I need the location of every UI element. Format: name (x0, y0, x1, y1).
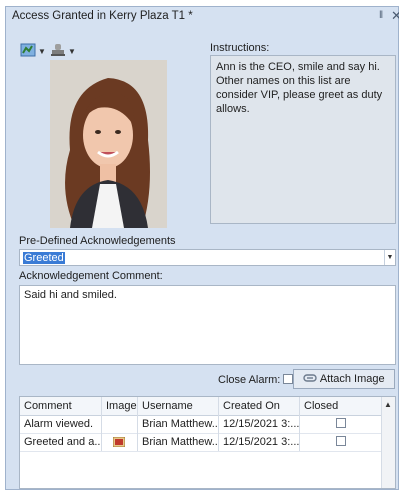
row-comment: Greeted and a... (20, 433, 102, 451)
stamp-icon[interactable] (50, 43, 66, 57)
comment-field[interactable]: Said hi and smiled. (19, 285, 396, 365)
window-title: Access Granted in Kerry Plaza T1 * (12, 10, 193, 22)
row-created-on: 12/15/2021 3:... (219, 415, 300, 433)
row-created-on: 12/15/2021 3:... (219, 433, 300, 451)
table-row[interactable]: Alarm viewed. Brian Matthew... 12/15/202… (20, 415, 383, 434)
acknowledgements-label: Pre-Defined Acknowledgements (19, 235, 176, 247)
person-photo (50, 60, 167, 228)
pin-icon[interactable]: ‖ (379, 10, 383, 21)
image-thumbnail-icon[interactable] (113, 437, 125, 447)
instructions-text: Ann is the CEO, smile and say hi. Other … (210, 55, 396, 224)
close-alarm-checkbox[interactable] (283, 374, 294, 384)
column-header-username[interactable]: Username (138, 397, 219, 415)
close-alarm-label: Close Alarm: (218, 374, 281, 386)
row-username: Brian Matthew... (138, 415, 219, 433)
close-icon[interactable]: ✕ (391, 8, 399, 24)
scroll-up-icon[interactable]: ▲ (384, 400, 392, 409)
alarm-window: Access Granted in Kerry Plaza T1 * ‖ ✕ ▼… (5, 6, 399, 490)
map-icon[interactable] (20, 43, 36, 57)
title-bar: Access Granted in Kerry Plaza T1 * ‖ ✕ (6, 7, 399, 27)
acknowledgements-select[interactable]: Greeted ▼ (19, 249, 396, 266)
chevron-down-icon[interactable]: ▼ (384, 250, 395, 265)
acknowledgement-grid: Comment Image Username Created On Closed… (19, 396, 396, 489)
stamp-dropdown-chevron-icon[interactable]: ▼ (68, 47, 76, 56)
row-closed (300, 433, 383, 451)
row-username: Brian Matthew... (138, 433, 219, 451)
grid-scrollbar[interactable]: ▲ (381, 397, 395, 488)
row-comment: Alarm viewed. (20, 415, 102, 433)
acknowledgements-selected-value[interactable]: Greeted (23, 252, 65, 264)
column-header-closed[interactable]: Closed (300, 397, 383, 415)
row-image (102, 415, 138, 433)
map-dropdown-chevron-icon[interactable]: ▼ (38, 47, 46, 56)
column-header-image[interactable]: Image (102, 397, 138, 415)
paperclip-icon (303, 374, 318, 382)
attach-image-label: Attach Image (319, 373, 385, 385)
row-closed-checkbox[interactable] (336, 436, 346, 446)
close-alarm-control: Close Alarm: (218, 374, 294, 386)
column-header-comment[interactable]: Comment (20, 397, 102, 415)
table-row[interactable]: Greeted and a... Brian Matthew... 12/15/… (20, 433, 383, 452)
row-image[interactable] (102, 433, 138, 451)
column-header-created-on[interactable]: Created On (219, 397, 300, 415)
grid-header: Comment Image Username Created On Closed (20, 397, 383, 416)
row-closed (300, 415, 383, 433)
attach-image-button[interactable]: Attach Image (293, 369, 395, 389)
row-closed-checkbox[interactable] (336, 418, 346, 428)
comment-label: Acknowledgement Comment: (19, 270, 163, 282)
instructions-label: Instructions: (210, 42, 270, 54)
